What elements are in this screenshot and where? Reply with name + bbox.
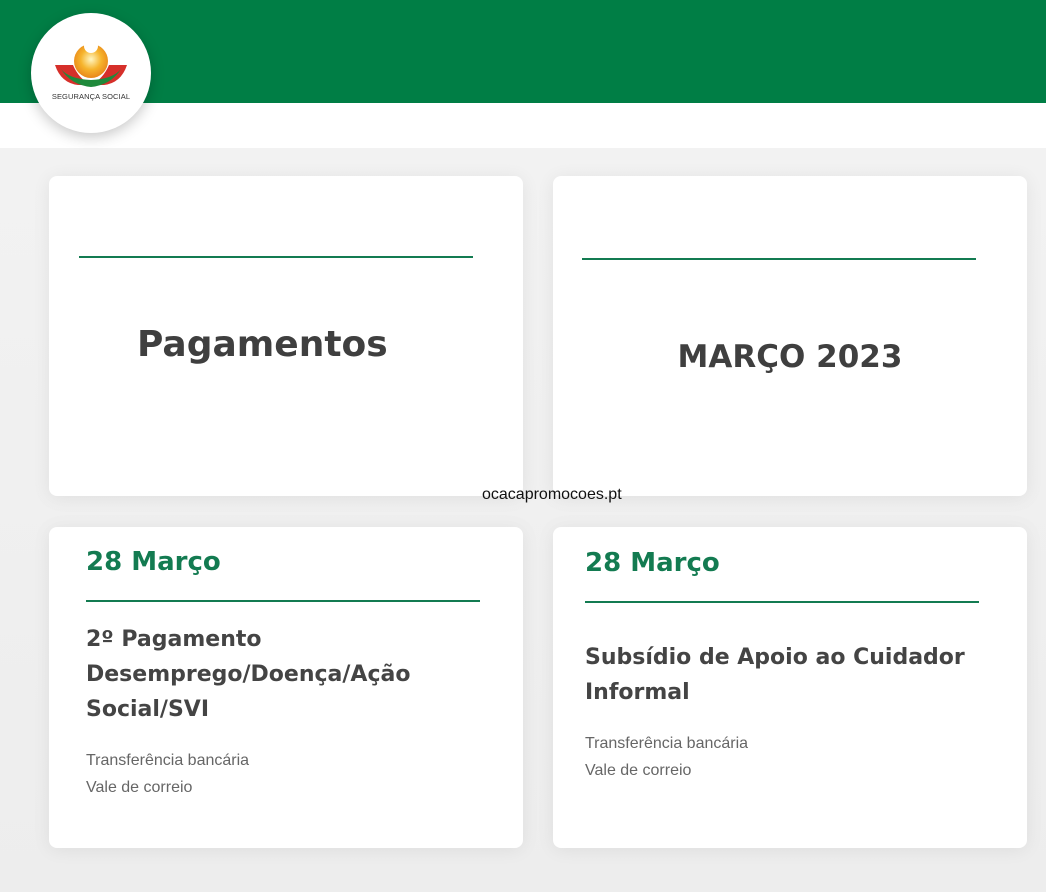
payment-date: 28 Março (86, 547, 221, 577)
month-title: MARÇO 2023 (677, 339, 903, 375)
payment-title-line: Subsídio de Apoio ao Cuidador (585, 645, 965, 670)
payment-method: Transferência bancária (585, 735, 749, 752)
seguranca-social-logo[interactable]: SEGURANÇA SOCIAL (31, 13, 151, 133)
card-divider (79, 256, 473, 258)
payment-title-line: 2º Pagamento (86, 627, 262, 652)
payment-title-line: Informal (585, 680, 690, 705)
payment-date: 28 Março (585, 548, 720, 578)
card-divider (582, 258, 976, 260)
payment-method: Vale de correio (86, 779, 193, 796)
payment-method: Vale de correio (585, 762, 692, 779)
payment-title: 2º Pagamento Desemprego/Doença/Ação Soci… (86, 622, 486, 727)
watermark-text: ocacapromocoes.pt (482, 486, 622, 503)
payment-methods: Transferência bancária Vale de correio (86, 747, 249, 801)
payment-card-2: 28 Março Subsídio de Apoio ao Cuidador I… (553, 527, 1027, 848)
payment-methods: Transferência bancária Vale de correio (585, 730, 748, 784)
payment-card-1: 28 Março 2º Pagamento Desemprego/Doença/… (49, 527, 523, 848)
card-divider (585, 601, 979, 603)
card-divider (86, 600, 480, 602)
payment-method: Transferência bancária (86, 752, 250, 769)
payment-title-line: Desemprego/Doença/Ação (86, 662, 411, 687)
payment-title-line: Social/SVI (86, 697, 210, 722)
page-title: Pagamentos (137, 324, 388, 365)
card-month: MARÇO 2023 (553, 176, 1027, 496)
logo-text: SEGURANÇA SOCIAL (51, 92, 131, 101)
payment-title: Subsídio de Apoio ao Cuidador Informal (585, 640, 1005, 710)
top-header-bar (0, 0, 1046, 103)
sun-emblem-icon (55, 39, 127, 87)
card-pagamentos: Pagamentos (49, 176, 523, 496)
